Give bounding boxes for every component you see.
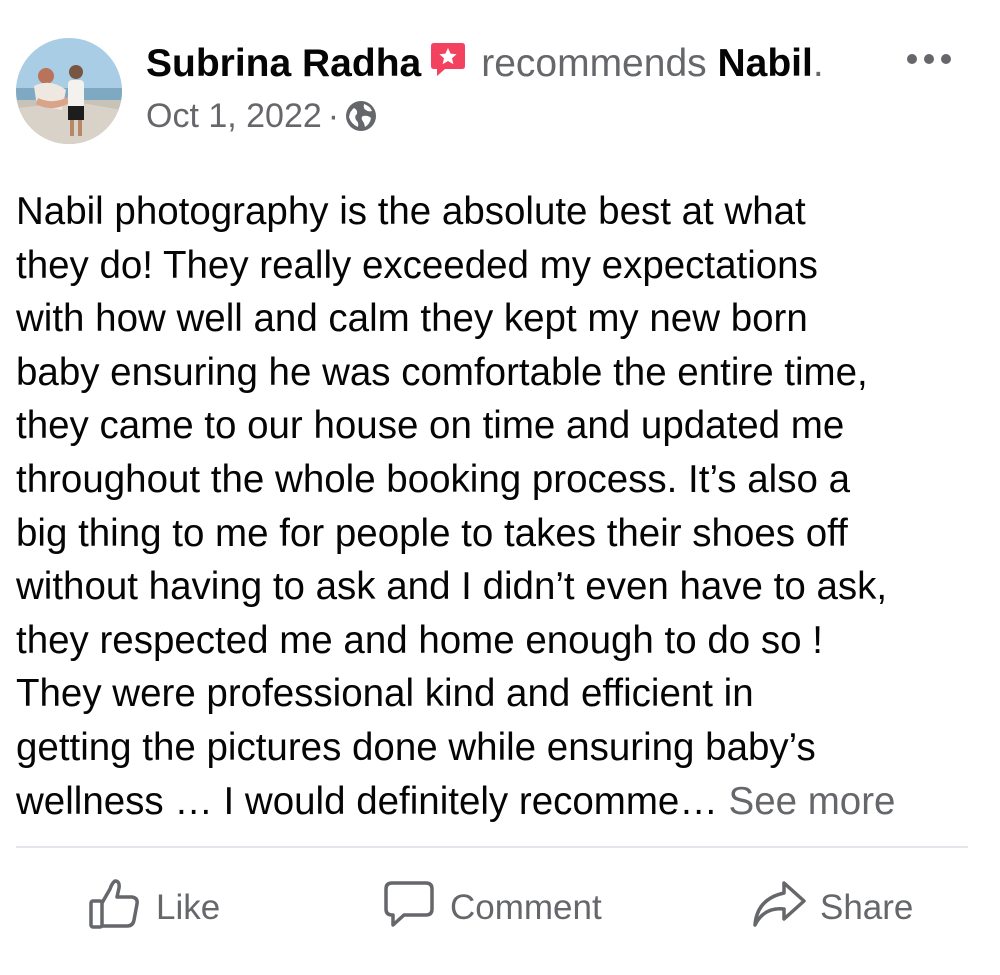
see-more-link[interactable]: See more <box>729 780 896 823</box>
post-text-line: they came to our house on time and updat… <box>16 404 845 448</box>
page-name-suffix: . <box>812 42 824 85</box>
like-icon <box>88 877 142 940</box>
post-date[interactable]: Oct 1, 2022 <box>146 97 322 135</box>
post-text-line: baby ensuring he was comfortable the ent… <box>16 350 868 394</box>
post-text-line: big thing to me for people to takes thei… <box>16 511 848 555</box>
share-icon <box>752 877 806 940</box>
more-options-icon <box>907 54 951 64</box>
post-text-line: they respected me and home enough to do … <box>16 618 823 662</box>
post-text-line: getting the pictures done while ensuring… <box>16 725 816 769</box>
like-label: Like <box>156 888 221 927</box>
share-button[interactable]: Share <box>752 878 913 938</box>
post-text-line: without having to ask and I didn’t even … <box>16 565 888 609</box>
post-body: Nabil photography is the absolute best a… <box>16 185 976 828</box>
share-label: Share <box>820 888 914 927</box>
post-text-line: Nabil photography is the absolute best a… <box>16 190 806 233</box>
post-text-truncated: wellness … I would definitely recomme… <box>16 779 718 823</box>
post-text-line: They were professional kind and efficien… <box>16 672 754 716</box>
recommends-text: recommends <box>481 42 707 85</box>
comment-button[interactable]: Comment <box>382 878 602 938</box>
comment-label: Comment <box>450 888 602 927</box>
post-text-last-line: wellness … I would definitely recomme… S… <box>16 775 976 829</box>
post-text-line: they do! They really exceeded my expecta… <box>16 243 818 287</box>
page-name-link[interactable]: Nabil <box>717 42 812 85</box>
comment-icon <box>382 877 436 940</box>
avatar[interactable] <box>16 38 122 144</box>
globe-icon <box>345 100 377 141</box>
meta-separator: · <box>327 97 340 135</box>
avatar-photo <box>16 38 122 144</box>
post-meta: Oct 1, 2022 · <box>146 96 377 141</box>
post-text-line: throughout the whole booking process. It… <box>16 457 850 501</box>
post-text-line: with how well and calm they kept my new … <box>16 297 808 341</box>
more-options-button[interactable] <box>904 44 954 74</box>
author-name[interactable]: Subrina Radha <box>146 42 421 85</box>
like-button[interactable]: Like <box>88 878 220 938</box>
post-header: Subrina Radha recommends Nabil. <box>146 40 824 89</box>
recommendation-star-icon <box>429 40 467 89</box>
divider <box>16 846 968 848</box>
